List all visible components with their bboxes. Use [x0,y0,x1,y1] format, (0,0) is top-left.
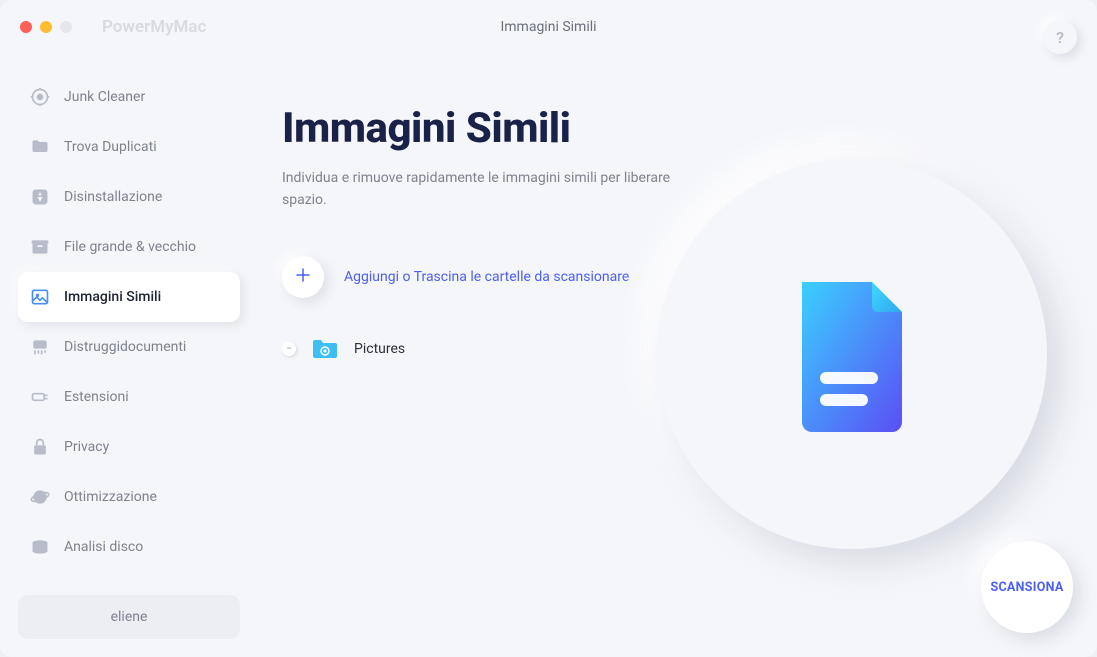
image-icon [30,287,50,307]
help-icon: ? [1056,28,1064,47]
sidebar-item-similar-images[interactable]: Immagini Simili [18,272,240,322]
maximize-window-icon[interactable] [60,21,72,33]
sidebar-item-label: Ottimizzazione [64,489,157,505]
sidebar-item-label: Trova Duplicati [64,139,157,155]
document-icon [792,272,912,436]
sidebar-item-label: Estensioni [64,389,129,405]
page-subtitle: Individua e rimuove rapidamente le immag… [282,167,682,212]
sidebar-item-optimization[interactable]: Ottimizzazione [18,472,240,522]
lock-icon [30,437,50,457]
scan-button[interactable]: SCANSIONA [981,541,1073,633]
planet-icon [30,487,50,507]
sidebar-item-junk-cleaner[interactable]: Junk Cleaner [18,72,240,122]
box-icon [30,237,50,257]
feature-illustration [657,159,1047,549]
sidebar: Junk Cleaner Trova Duplicati Disinstalla… [0,54,258,657]
minus-icon: − [286,343,292,354]
sidebar-item-label: Disinstallazione [64,189,162,205]
sidebar-item-large-old[interactable]: File grande & vecchio [18,222,240,272]
sidebar-item-label: Distruggidocumenti [64,339,186,355]
sidebar-item-disk-analysis[interactable]: Analisi disco [18,522,240,572]
plugin-icon [30,387,50,407]
sidebar-item-label: Privacy [64,439,109,455]
remove-folder-button[interactable]: − [282,342,296,356]
add-folder-label[interactable]: Aggiungi o Trascina le cartelle da scans… [344,269,629,285]
minimize-window-icon[interactable] [40,21,52,33]
app-window: PowerMyMac Immagini Simili ? Junk Cleane… [0,0,1097,657]
add-folder-button[interactable] [282,256,324,298]
app-icon [30,187,50,207]
page-title: Immagini Simili [282,104,1057,153]
sidebar-item-privacy[interactable]: Privacy [18,422,240,472]
titlebar: PowerMyMac Immagini Simili ? [0,0,1097,54]
sidebar-item-label: Junk Cleaner [64,89,145,105]
sidebar-item-label: File grande & vecchio [64,239,196,255]
window-title: Immagini Simili [500,19,596,35]
sidebar-item-label: Immagini Simili [64,289,161,305]
sidebar-item-uninstall[interactable]: Disinstallazione [18,172,240,222]
body-area: Junk Cleaner Trova Duplicati Disinstalla… [0,54,1097,657]
sidebar-list: Junk Cleaner Trova Duplicati Disinstalla… [18,72,240,595]
sidebar-item-extensions[interactable]: Estensioni [18,372,240,422]
target-icon [30,87,50,107]
app-name: PowerMyMac [102,17,206,37]
sidebar-item-shredder[interactable]: Distruggidocumenti [18,322,240,372]
help-button[interactable]: ? [1043,20,1077,54]
scan-button-label: SCANSIONA [990,580,1063,595]
traffic-lights [20,21,72,33]
user-name-label: eliene [111,609,148,625]
user-account-button[interactable]: eliene [18,595,240,639]
disk-icon [30,537,50,557]
main-content: Immagini Simili Individua e rimuove rapi… [258,54,1097,657]
close-window-icon[interactable] [20,21,32,33]
sidebar-item-duplicates[interactable]: Trova Duplicati [18,122,240,172]
plus-icon [294,266,312,288]
folder-icon [30,137,50,157]
shredder-icon [30,337,50,357]
sidebar-item-label: Analisi disco [64,539,143,555]
pictures-folder-icon [312,338,338,360]
folder-name-label: Pictures [354,341,405,357]
